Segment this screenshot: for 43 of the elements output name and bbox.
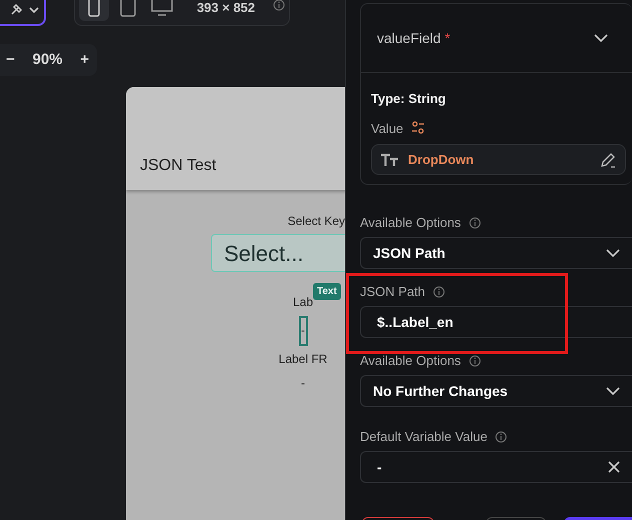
edit-icon[interactable] [599, 150, 617, 168]
close-icon[interactable] [608, 461, 620, 473]
zoom-in-button[interactable]: + [80, 48, 89, 72]
text-field[interactable]: $..Label_en [360, 306, 632, 338]
info-icon [468, 355, 481, 367]
info-icon [433, 286, 446, 298]
selected-text-element[interactable]: - [298, 316, 308, 346]
type-label: Type: String [371, 90, 447, 108]
tablet-icon [118, 0, 137, 17]
field-value: JSON Path [373, 244, 446, 262]
size-value: 393 × 852 [196, 0, 256, 16]
zoom-out-button[interactable]: − [6, 48, 15, 72]
info-icon [468, 217, 481, 229]
dropdown[interactable]: JSON Path [360, 237, 632, 269]
zoom-level: 90% [32, 50, 63, 70]
dropdown[interactable]: No Further Changes [360, 375, 632, 407]
field-value: - [377, 458, 382, 476]
value-label: Value [371, 120, 404, 138]
field-label: JSON Path [360, 284, 426, 300]
select-dropdown[interactable]: Select... [211, 234, 345, 272]
text-badge: Text [312, 283, 341, 300]
field-value: No Further Changes [373, 382, 508, 401]
chevron-down-icon [606, 386, 620, 396]
field-value: $..Label_en [377, 312, 454, 332]
field-label: Available Options [360, 353, 461, 369]
value-widget-field[interactable]: DropDown [371, 144, 626, 175]
field-name: valueField * [377, 28, 450, 48]
text-field[interactable]: - [360, 451, 632, 483]
label-value: - [301, 375, 305, 392]
screen-title: JSON Test [140, 156, 216, 176]
label-text: Label FR [278, 351, 328, 368]
value-widget-name: DropDown [408, 150, 475, 169]
chevron-down-icon [606, 248, 620, 258]
desktop-icon [150, 0, 173, 17]
text-type-icon [380, 152, 400, 166]
label-text: Lab [292, 295, 314, 309]
field-label: Available Options [360, 215, 461, 231]
field-label: Default Variable Value [360, 429, 488, 445]
info-icon [273, 0, 286, 11]
info-icon [495, 431, 508, 443]
sliders-icon[interactable] [411, 121, 426, 136]
chevron-down-icon[interactable] [594, 33, 608, 43]
select-label: Select Key [288, 213, 345, 230]
